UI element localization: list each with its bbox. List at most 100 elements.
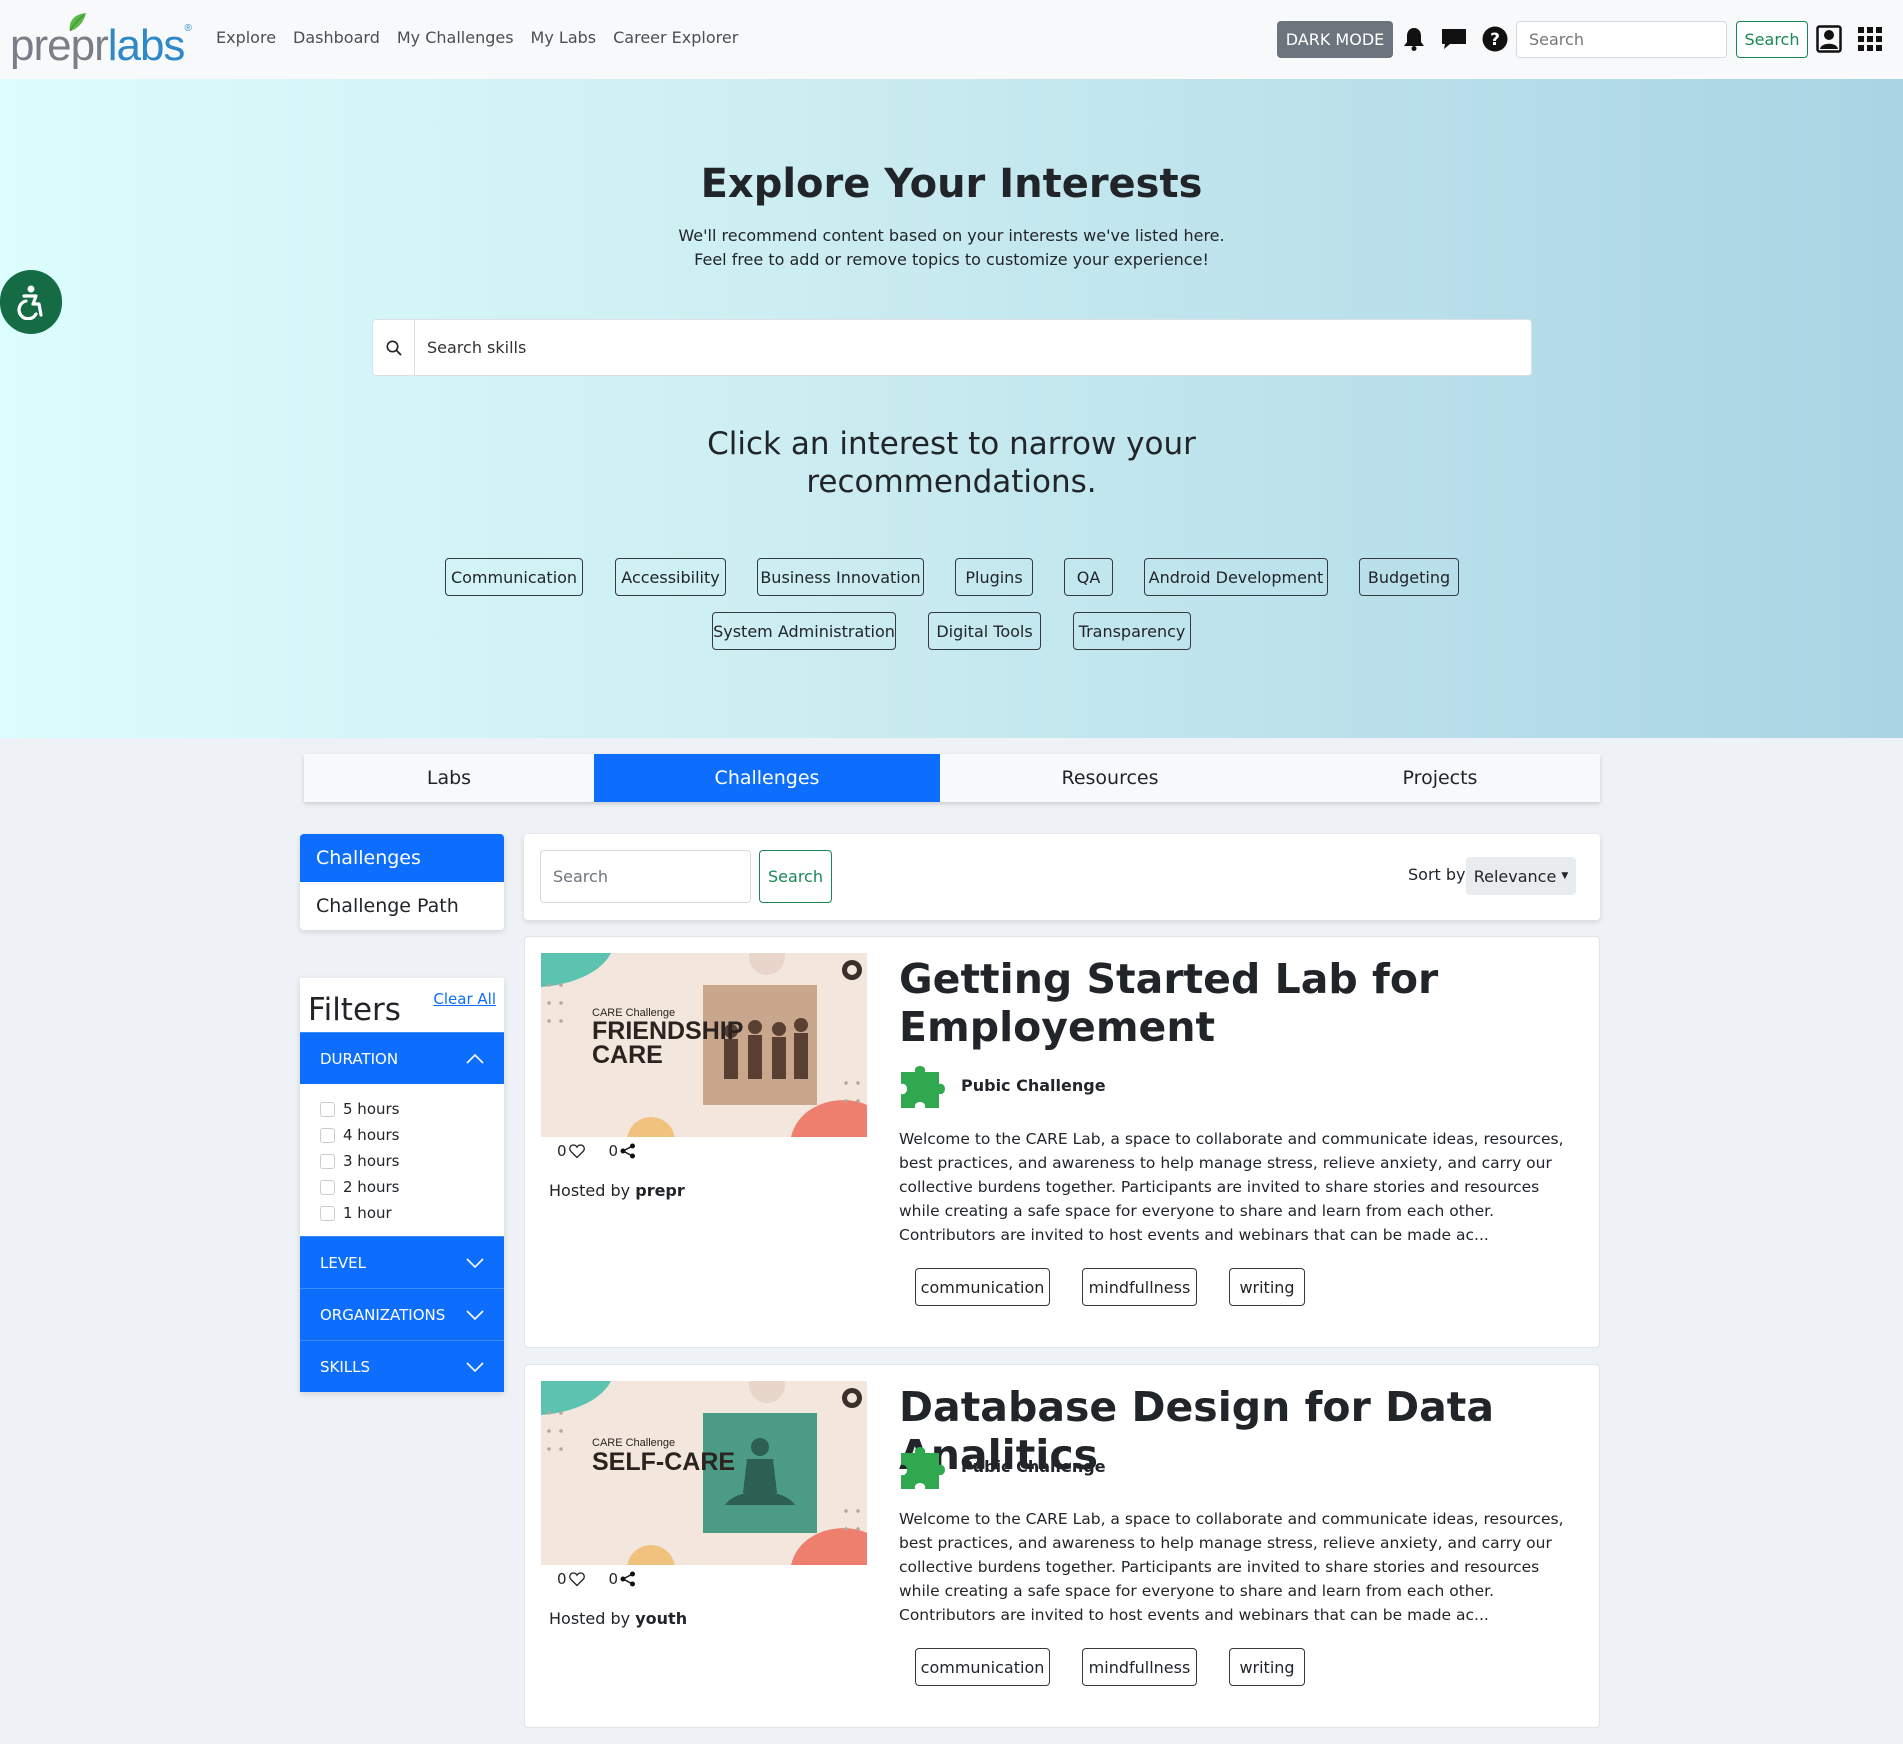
top-navbar: preprlabs® Explore Dashboard My Challeng… xyxy=(0,0,1903,79)
skill-search-input[interactable]: Search skills xyxy=(415,320,1531,375)
hosted-by: Hosted by prepr xyxy=(549,1181,685,1200)
filters-title: Filters xyxy=(308,992,401,1028)
nav-link-my-challenges[interactable]: My Challenges xyxy=(397,28,514,47)
hero-subtitle-line1: We'll recommend content based on your in… xyxy=(678,226,1225,245)
thumbnail-caption: CARE Challenge FRIENDSHIP CARE xyxy=(592,1007,743,1069)
sort-dropdown[interactable]: Relevance ▼ xyxy=(1466,857,1576,895)
interest-chip-business-innovation[interactable]: Business Innovation xyxy=(757,558,924,596)
likes-stat[interactable]: 0 xyxy=(557,1570,585,1588)
shares-count: 0 xyxy=(608,1570,619,1588)
checkbox[interactable] xyxy=(320,1179,335,1195)
interest-chip-system-administration[interactable]: System Administration xyxy=(712,612,896,650)
logo-prefix: prepr xyxy=(10,21,109,70)
card-description: Welcome to the CARE Lab, a space to coll… xyxy=(899,1130,1564,1244)
interest-chip-communication[interactable]: Communication xyxy=(445,558,583,596)
profile-icon[interactable] xyxy=(1814,24,1844,54)
duration-option-1-hour[interactable]: 1 hour xyxy=(320,1200,484,1226)
challenge-type-label: Pubic Challenge xyxy=(961,1075,1106,1095)
skills-accordion-header[interactable]: SKILLS xyxy=(300,1340,504,1392)
card-tag-mindfullness[interactable]: mindfullness xyxy=(1082,1268,1197,1306)
nav-link-explore[interactable]: Explore xyxy=(216,28,276,47)
tab-challenges[interactable]: Challenges xyxy=(594,754,940,802)
tab-labs[interactable]: Labs xyxy=(304,754,594,802)
results-search-button[interactable]: Search xyxy=(759,850,832,903)
card-tag-communication[interactable]: communication xyxy=(915,1648,1050,1686)
card-tag-mindfullness[interactable]: mindfullness xyxy=(1082,1648,1197,1686)
duration-option-label: 5 hours xyxy=(343,1100,400,1118)
side-nav-challenges[interactable]: Challenges xyxy=(300,834,504,882)
content-type-tabs: Labs Challenges Resources Projects xyxy=(304,754,1600,802)
organizations-accordion-header[interactable]: ORGANIZATIONS xyxy=(300,1288,504,1340)
sort-value: Relevance xyxy=(1473,866,1557,886)
side-nav-challenge-path[interactable]: Challenge Path xyxy=(300,882,504,930)
likes-count: 0 xyxy=(557,1142,567,1160)
checkbox[interactable] xyxy=(320,1153,335,1169)
level-accordion-header[interactable]: LEVEL xyxy=(300,1236,504,1288)
nav-search-button[interactable]: Search xyxy=(1736,21,1808,58)
help-icon[interactable]: ? xyxy=(1480,24,1510,54)
tab-resources[interactable]: Resources xyxy=(940,754,1280,802)
chat-icon[interactable] xyxy=(1439,24,1469,54)
clear-all-link[interactable]: Clear All xyxy=(433,990,496,1008)
tab-projects[interactable]: Projects xyxy=(1280,754,1600,802)
leaf-icon xyxy=(69,13,86,32)
hosted-prefix: Hosted by xyxy=(549,1609,631,1628)
thumbnail-line2: CARE xyxy=(592,1041,663,1069)
likes-stat[interactable]: 0 xyxy=(557,1142,585,1160)
duration-accordion-header[interactable]: DURATION xyxy=(300,1032,504,1084)
duration-option-3-hours[interactable]: 3 hours xyxy=(320,1148,484,1174)
duration-option-4-hours[interactable]: 4 hours xyxy=(320,1122,484,1148)
card-tag-communication[interactable]: communication xyxy=(915,1268,1050,1306)
accessibility-button[interactable] xyxy=(0,270,62,334)
bell-icon[interactable] xyxy=(1399,24,1429,54)
duration-option-5-hours[interactable]: 5 hours xyxy=(320,1096,484,1122)
shares-count: 0 xyxy=(608,1142,619,1160)
duration-option-label: 1 hour xyxy=(343,1204,392,1222)
filters-panel: Filters Clear All DURATION 5 hours 4 hou… xyxy=(300,978,504,1392)
card-tag-writing[interactable]: writing xyxy=(1229,1648,1305,1686)
nav-link-dashboard[interactable]: Dashboard xyxy=(293,28,380,47)
thumbnail-caption: CARE Challenge SELF-CARE xyxy=(592,1437,735,1475)
challenge-thumbnail[interactable]: CARE Challenge SELF-CARE xyxy=(541,1381,867,1565)
logo-registered-mark: ® xyxy=(184,23,191,34)
share-icon xyxy=(620,1571,636,1587)
card-title-line2: Employement xyxy=(899,1003,1216,1051)
interests-prompt-line1: Click an interest to narrow your xyxy=(707,426,1196,462)
interest-chip-plugins[interactable]: Plugins xyxy=(955,558,1033,596)
sort-label: Sort by xyxy=(1408,865,1466,884)
interest-chip-transparency[interactable]: Transparency xyxy=(1073,612,1191,650)
shares-stat[interactable]: 0 xyxy=(609,1570,637,1588)
host-name[interactable]: prepr xyxy=(635,1181,685,1200)
search-icon xyxy=(373,320,415,375)
results-toolbar: Search Search Sort by Relevance ▼ xyxy=(524,834,1600,920)
preprlabs-logo[interactable]: preprlabs® xyxy=(10,10,192,70)
nav-link-career-explorer[interactable]: Career Explorer xyxy=(613,28,738,47)
hero-subtitle-line2: Feel free to add or remove topics to cus… xyxy=(694,250,1209,269)
checkbox[interactable] xyxy=(320,1127,335,1143)
interest-chip-android-development[interactable]: Android Development xyxy=(1144,558,1328,596)
hosted-by: Hosted by youth xyxy=(549,1609,687,1628)
challenge-card[interactable]: CARE Challenge SELF-CARE 0 0 Hosted by y… xyxy=(524,1364,1600,1728)
organizations-label: ORGANIZATIONS xyxy=(320,1305,446,1324)
hero-subtitle: We'll recommend content based on your in… xyxy=(0,224,1903,272)
card-tag-writing[interactable]: writing xyxy=(1229,1268,1305,1306)
hero-title: Explore Your Interests xyxy=(700,161,1203,207)
interest-chip-digital-tools[interactable]: Digital Tools xyxy=(928,612,1041,650)
challenge-card[interactable]: CARE Challenge FRIENDSHIP CARE 0 0 Hoste… xyxy=(524,936,1600,1348)
results-search-input[interactable]: Search xyxy=(540,850,751,903)
challenge-thumbnail[interactable]: CARE Challenge FRIENDSHIP CARE xyxy=(541,953,867,1137)
host-name[interactable]: youth xyxy=(635,1609,687,1628)
shares-stat[interactable]: 0 xyxy=(609,1142,637,1160)
dark-mode-button[interactable]: DARK MODE xyxy=(1277,21,1393,58)
apps-grid-icon[interactable] xyxy=(1855,24,1885,54)
nav-link-my-labs[interactable]: My Labs xyxy=(531,28,597,47)
thumbnail-line1: SELF-CARE xyxy=(592,1448,736,1476)
interest-chip-accessibility[interactable]: Accessibility xyxy=(615,558,726,596)
interest-chip-qa[interactable]: QA xyxy=(1064,558,1113,596)
card-title[interactable]: Getting Started Lab for Employement xyxy=(899,955,1438,1051)
duration-option-2-hours[interactable]: 2 hours xyxy=(320,1174,484,1200)
nav-search-input[interactable] xyxy=(1516,21,1727,58)
checkbox[interactable] xyxy=(320,1101,335,1117)
interest-chip-budgeting[interactable]: Budgeting xyxy=(1359,558,1459,596)
checkbox[interactable] xyxy=(320,1205,335,1221)
